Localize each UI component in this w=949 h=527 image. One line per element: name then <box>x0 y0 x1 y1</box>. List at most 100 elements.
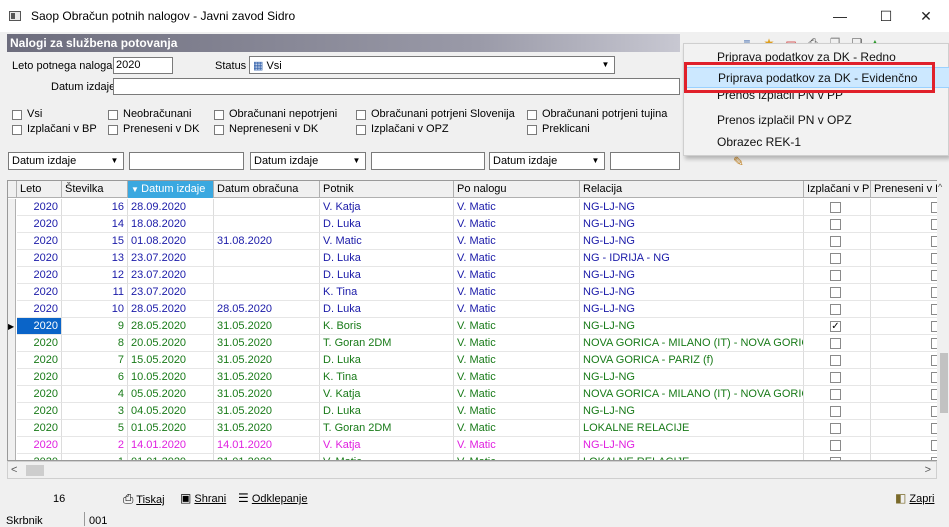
cell-stevilka[interactable]: 9 <box>62 318 128 335</box>
table-row[interactable]: 2020 4 05.05.2020 31.05.2020 V. Katja V. Mati… <box>8 386 937 403</box>
row-indicator[interactable] <box>8 267 16 284</box>
cell-leto[interactable]: 2020 <box>17 267 62 284</box>
table-row[interactable]: 2020 14 18.08.2020 D. Luka V. Matic NG-LJ-NG <box>8 216 937 233</box>
cell-potnik[interactable]: K. Tina <box>320 284 454 301</box>
checkbox-izplacani-opz[interactable] <box>356 125 366 135</box>
cell-po-nalogu[interactable]: V. Matic <box>454 284 580 301</box>
cell-stevilka[interactable]: 15 <box>62 233 128 250</box>
cell-leto[interactable]: 2020 <box>17 386 62 403</box>
scroll-thumb[interactable] <box>940 353 948 413</box>
table-row[interactable]: 2020101.01.202031.01.2020V. MaticV. Mati… <box>8 454 937 460</box>
cell-datum-izdaje[interactable]: 23.07.2020 <box>128 250 214 267</box>
table-row[interactable]: 2020 7 15.05.2020 31.05.2020 D. Luka V. Matic… <box>8 352 937 369</box>
cell-datum-izdaje[interactable]: 01.05.2020 <box>128 420 214 437</box>
scroll-left-icon[interactable]: < <box>11 464 17 476</box>
cell-datum-izdaje[interactable]: 04.05.2020 <box>128 403 214 420</box>
checkbox-nepreneseni-dk[interactable] <box>214 125 224 135</box>
sort-value-input-2[interactable] <box>371 152 485 170</box>
row-indicator[interactable] <box>8 301 16 318</box>
cell-stevilka[interactable]: 2 <box>62 437 128 454</box>
grid-checkbox-izplacani-pp[interactable] <box>830 287 841 298</box>
cell-potnik[interactable]: D. Luka <box>320 403 454 420</box>
sort-value-input-3[interactable] <box>610 152 680 170</box>
cell-stevilka[interactable]: 6 <box>62 369 128 386</box>
cell-po-nalogu[interactable]: V. Matic <box>454 437 580 454</box>
column-header-potnik[interactable]: Potnik <box>320 181 454 198</box>
hscroll-thumb[interactable] <box>26 465 44 476</box>
cell-stevilka[interactable]: 13 <box>62 250 128 267</box>
grid-checkbox-izplacani-pp[interactable] <box>830 270 841 281</box>
cell-datum-izdaje[interactable]: 28.05.2020 <box>128 301 214 318</box>
column-header-leto[interactable]: Leto <box>17 181 62 198</box>
cell-stevilka[interactable]: 3 <box>62 403 128 420</box>
current-row-indicator[interactable]: ▶ <box>8 318 16 335</box>
cell-stevilka[interactable]: 5 <box>62 420 128 437</box>
grid-checkbox-izplacani-pp[interactable] <box>830 406 841 417</box>
cell-potnik[interactable]: D. Luka <box>320 267 454 284</box>
minimize-button[interactable]: — <box>817 0 863 32</box>
vertical-scrollbar[interactable]: ^ <box>937 180 949 461</box>
cell-datum-obracuna[interactable]: 31.05.2020 <box>214 352 320 369</box>
sort-field-select-1[interactable]: Datum izdaje ▼ <box>8 152 124 170</box>
cell-datum-obracuna[interactable]: 31.05.2020 <box>214 369 320 386</box>
table-row[interactable]: 2020 2 14.01.2020 14.01.2020 V. Katja V. Mati… <box>8 437 937 454</box>
cell-potnik[interactable]: D. Luka <box>320 216 454 233</box>
cell-datum-izdaje[interactable]: 28.09.2020 <box>128 199 214 216</box>
cell-relacija[interactable]: NG-LJ-NG <box>580 284 804 301</box>
cell-stevilka[interactable]: 16 <box>62 199 128 216</box>
year-input[interactable]: 2020 <box>113 57 173 74</box>
cell-datum-obracuna[interactable] <box>214 267 320 284</box>
sort-field-select-3[interactable]: Datum izdaje ▼ <box>489 152 605 170</box>
cell-leto[interactable]: 2020 <box>17 301 62 318</box>
sort-field-select-2[interactable]: Datum izdaje ▼ <box>250 152 366 170</box>
cell-po-nalogu[interactable]: V. Matic <box>454 454 580 460</box>
cell-datum-obracuna[interactable]: 14.01.2020 <box>214 437 320 454</box>
cell-relacija[interactable]: LOKALNE RELACIJE <box>580 420 804 437</box>
cell-po-nalogu[interactable]: V. Matic <box>454 233 580 250</box>
cell-potnik[interactable]: K. Tina <box>320 369 454 386</box>
cell-potnik[interactable]: V. Katja <box>320 386 454 403</box>
table-row[interactable]: 2020 11 23.07.2020 K. Tina V. Matic NG-LJ-NG <box>8 284 937 301</box>
cell-stevilka[interactable]: 8 <box>62 335 128 352</box>
row-indicator[interactable] <box>8 369 16 386</box>
cell-relacija[interactable]: NG-LJ-NG <box>580 318 804 335</box>
checkbox-vsi[interactable] <box>12 110 22 120</box>
cell-stevilka[interactable]: 14 <box>62 216 128 233</box>
cell-potnik[interactable]: V. Katja <box>320 199 454 216</box>
cell-potnik[interactable]: V. Matic <box>320 454 454 460</box>
grid-checkbox-izplacani-pp[interactable] <box>830 440 841 451</box>
cell-leto[interactable]: 2020 <box>17 199 62 216</box>
grid-checkbox-izplacani-pp[interactable] <box>830 423 841 434</box>
row-indicator[interactable] <box>8 352 16 369</box>
row-indicator[interactable] <box>8 437 16 454</box>
close-form-button[interactable]: ◧ Zapri <box>895 491 934 505</box>
row-indicator[interactable] <box>8 284 16 301</box>
cell-datum-izdaje[interactable]: 18.08.2020 <box>128 216 214 233</box>
checkbox-potrjeni-slovenija[interactable] <box>356 110 366 120</box>
row-indicator[interactable] <box>8 250 16 267</box>
cell-datum-izdaje[interactable]: 14.01.2020 <box>128 437 214 454</box>
cell-leto[interactable]: 2020 <box>17 454 62 460</box>
cell-datum-izdaje[interactable]: 01.01.2020 <box>128 454 214 460</box>
eraser-icon[interactable]: ✎ <box>733 154 744 170</box>
cell-datum-izdaje[interactable]: 23.07.2020 <box>128 267 214 284</box>
cell-stevilka[interactable]: 12 <box>62 267 128 284</box>
cell-leto[interactable]: 2020 <box>17 369 62 386</box>
menu-item-rek1[interactable]: Obrazec REK-1 <box>684 132 949 153</box>
cell-datum-izdaje[interactable]: 28.05.2020 <box>128 318 214 335</box>
grid-checkbox-izplacani-pp[interactable] <box>830 355 841 366</box>
checkbox-preklicani[interactable] <box>527 125 537 135</box>
cell-stevilka[interactable]: 10 <box>62 301 128 318</box>
cell-po-nalogu[interactable]: V. Matic <box>454 267 580 284</box>
cell-potnik[interactable]: D. Luka <box>320 352 454 369</box>
row-indicator[interactable] <box>8 199 16 216</box>
cell-datum-obracuna[interactable]: 31.05.2020 <box>214 318 320 335</box>
cell-po-nalogu[interactable]: V. Matic <box>454 301 580 318</box>
cell-potnik[interactable]: T. Goran 2DM <box>320 420 454 437</box>
cell-relacija[interactable]: NG-LJ-NG <box>580 233 804 250</box>
cell-datum-izdaje[interactable]: 23.07.2020 <box>128 284 214 301</box>
cell-stevilka[interactable]: 4 <box>62 386 128 403</box>
grid-checkbox-izplacani-pp[interactable] <box>830 338 841 349</box>
scroll-right-icon[interactable]: > <box>925 464 931 476</box>
column-header-datum-obracuna[interactable]: Datum obračuna <box>214 181 320 198</box>
